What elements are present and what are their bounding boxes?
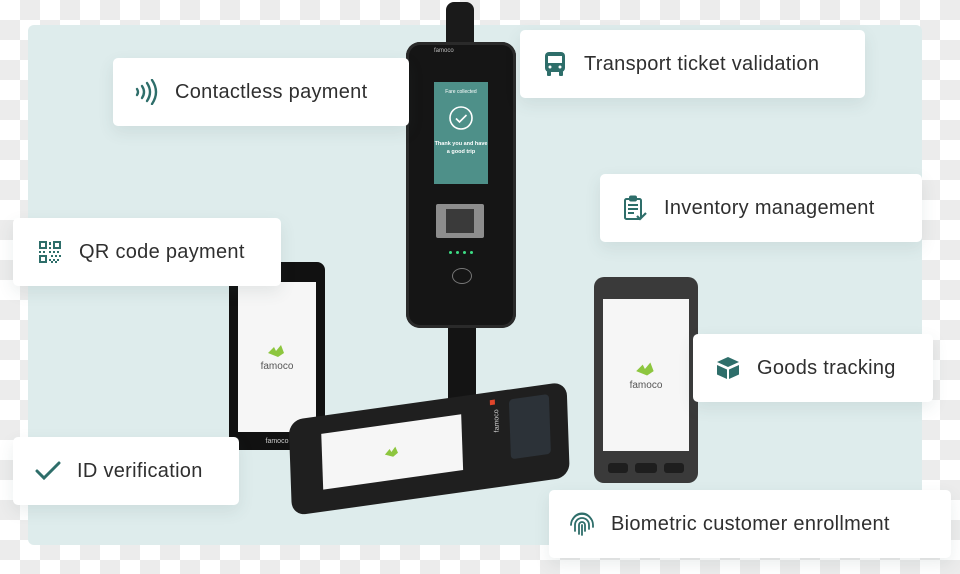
clipboard-check-icon	[622, 195, 648, 221]
feature-card-qr: QR code payment	[13, 218, 281, 286]
screen-message: Thank you and have a good trip	[434, 141, 488, 155]
rugged-handheld-right: famoco	[594, 277, 698, 483]
feature-card-id: ID verification	[13, 437, 239, 505]
feature-label: Goods tracking	[757, 356, 896, 379]
terminal-brand: famoco	[493, 408, 501, 433]
phone-screen: famoco	[238, 282, 316, 432]
feature-card-biometric: Biometric customer enrollment	[549, 490, 951, 558]
validator-brand: famoco	[434, 48, 454, 54]
validator-device: famoco Fare collected Thank you and have…	[406, 42, 516, 328]
check-circle-icon	[448, 105, 474, 131]
feature-label: Inventory management	[664, 196, 875, 219]
hardware-buttons	[608, 463, 684, 475]
famoco-logo-icon	[636, 361, 654, 376]
feature-card-contactless: Contactless payment	[113, 58, 409, 126]
feature-label: QR code payment	[79, 240, 245, 263]
screen-title: Fare collected	[445, 89, 477, 95]
feature-label: Transport ticket validation	[584, 52, 820, 75]
logo-text: famoco	[629, 379, 663, 391]
fingerprint-sensor	[508, 393, 551, 460]
contactless-icon	[133, 79, 159, 105]
fingerprint-icon	[569, 511, 595, 537]
checkmark-icon	[35, 458, 61, 484]
famoco-logo-icon	[268, 344, 284, 357]
barcode-scanner	[436, 204, 484, 238]
famoco-logo-icon	[384, 446, 398, 457]
phone-screen: famoco	[603, 299, 689, 451]
validator-screen: Fare collected Thank you and have a good…	[434, 82, 488, 184]
logo-text: famoco	[260, 360, 294, 372]
feature-label: Biometric customer enrollment	[611, 512, 890, 535]
qr-code-icon	[37, 239, 63, 265]
feature-card-inventory: Inventory management	[600, 174, 922, 242]
bus-icon	[542, 51, 568, 77]
feature-label: ID verification	[77, 459, 203, 482]
feature-label: Contactless payment	[175, 80, 368, 103]
status-leds	[449, 251, 473, 254]
feature-card-transport: Transport ticket validation	[520, 30, 865, 98]
terminal-screen	[321, 414, 464, 490]
feature-card-goods: Goods tracking	[693, 334, 933, 402]
status-led	[489, 399, 495, 406]
box-icon	[715, 355, 741, 381]
nfc-reader-icon	[452, 268, 472, 284]
